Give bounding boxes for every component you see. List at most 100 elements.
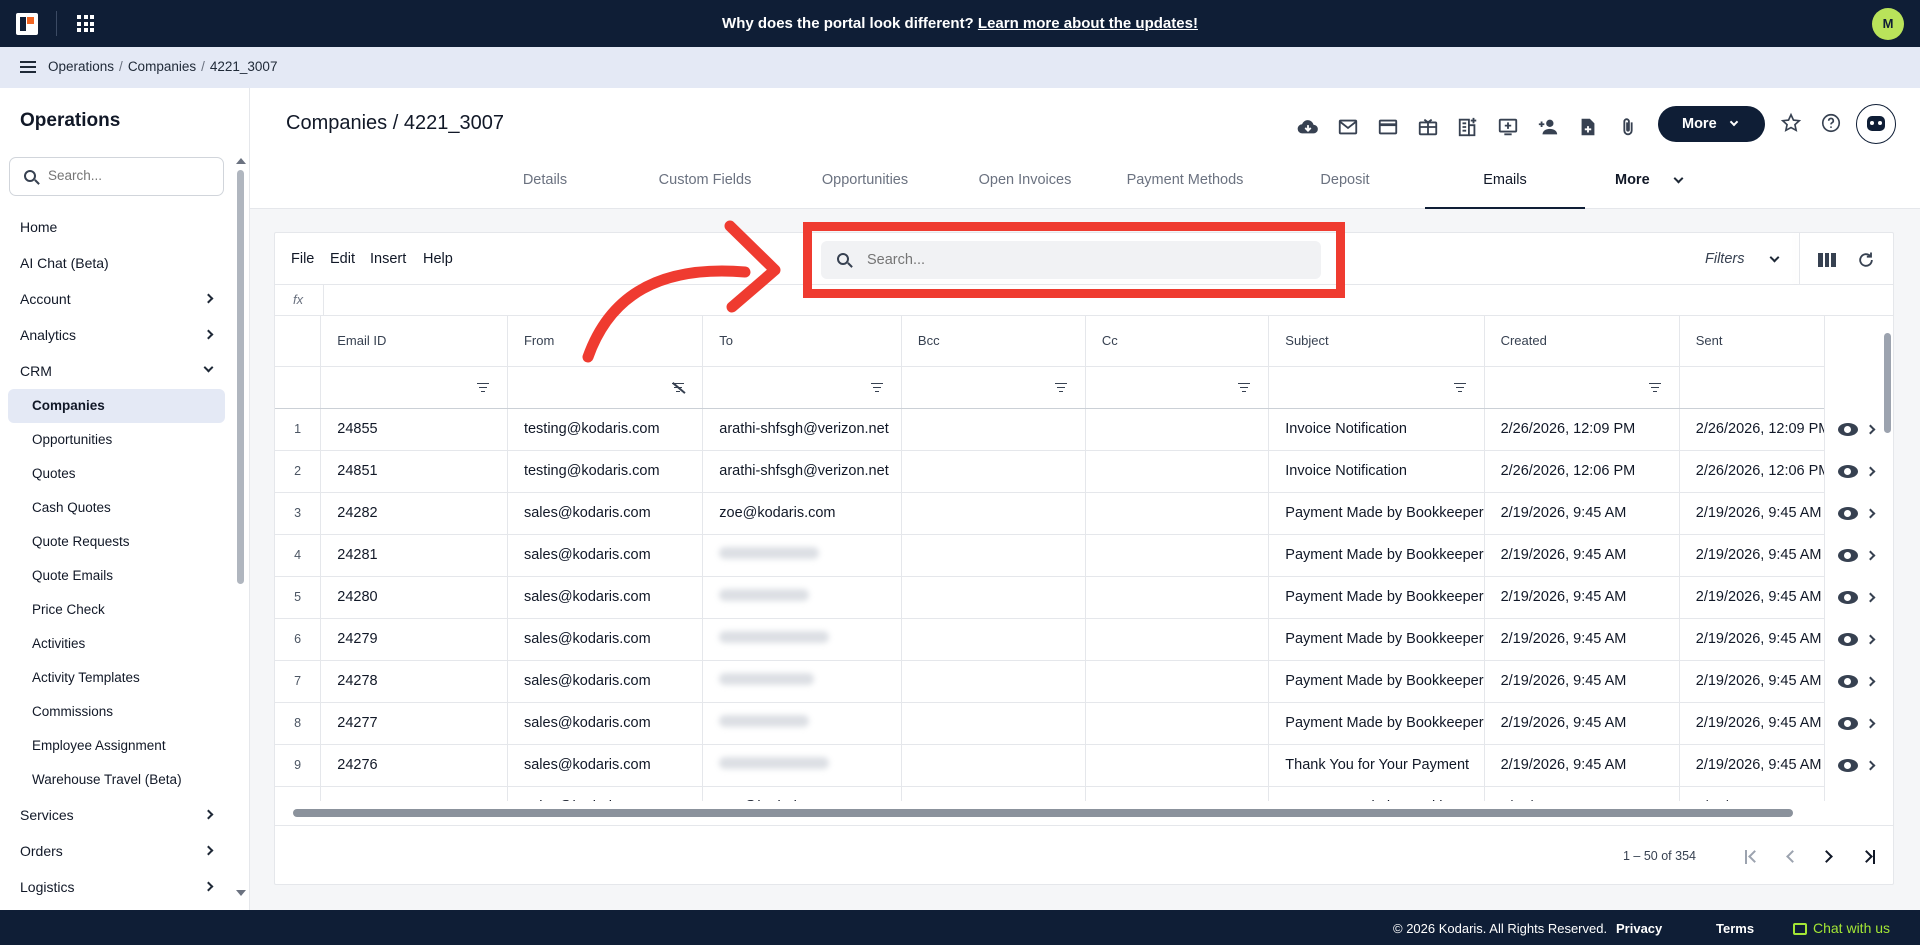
cell-subject[interactable]: Payment Made by Bookkeeper: [1268, 618, 1485, 661]
cell-created[interactable]: 2/26/2026, 12:09 PM: [1484, 408, 1680, 451]
sidebar-item-commissions[interactable]: Commissions: [0, 695, 232, 729]
attachment-icon[interactable]: [1617, 116, 1639, 138]
chat-with-us-button[interactable]: Chat with us: [1793, 920, 1890, 936]
filter-off-icon[interactable]: [672, 382, 685, 393]
cell-from[interactable]: sales@kodaris.com: [507, 744, 704, 787]
view-eye-icon[interactable]: [1838, 507, 1858, 520]
table-row[interactable]: 3 24282 sales@kodaris.com zoe@kodaris.com Pa…: [275, 492, 1875, 535]
chevron-right-icon[interactable]: [1865, 634, 1876, 645]
cell-subject[interactable]: Payment Made by Bookkeeper: [1268, 660, 1485, 703]
cell-cc[interactable]: [1085, 534, 1270, 577]
column-header-email-id[interactable]: Email ID: [320, 316, 508, 367]
cell-to[interactable]: zoe@kodaris.com: [702, 786, 902, 801]
table-row[interactable]: 7 24278 sales@kodaris.com Payment Made by B…: [275, 660, 1875, 703]
cell-subject[interactable]: Invoice Notification: [1268, 408, 1485, 451]
cell-bcc[interactable]: [901, 492, 1086, 535]
cell-bcc[interactable]: [901, 660, 1086, 703]
menu-file[interactable]: File: [291, 251, 314, 267]
cell-bcc[interactable]: [901, 534, 1086, 577]
filter-icon[interactable]: [1238, 382, 1251, 393]
cell-bcc[interactable]: [901, 618, 1086, 661]
help-icon[interactable]: [1820, 112, 1842, 134]
cell-created[interactable]: 2/26/2026, 12:06 PM: [1484, 450, 1680, 493]
sidebar-item-price-check[interactable]: Price Check: [0, 593, 232, 627]
cell-created[interactable]: 2/19/2026, 9:45 AM: [1484, 534, 1680, 577]
sidebar-item-opportunities[interactable]: Opportunities: [0, 423, 232, 457]
cell-subject[interactable]: Payment Made by Bookkeeper: [1268, 786, 1485, 801]
add-to-screen-icon[interactable]: [1497, 116, 1519, 138]
credit-card-icon[interactable]: [1377, 116, 1399, 138]
tab-more[interactable]: More: [1585, 150, 1745, 209]
menu-insert[interactable]: Insert: [370, 251, 406, 267]
cell-cc[interactable]: [1085, 702, 1270, 745]
table-row[interactable]: 8 24277 sales@kodaris.com Payment Made by B…: [275, 702, 1875, 745]
cell-to[interactable]: [702, 702, 902, 745]
chevron-right-icon[interactable]: [1865, 676, 1876, 687]
banner-link[interactable]: Learn more about the updates!: [978, 15, 1198, 32]
cell-subject[interactable]: Payment Made by Bookkeeper: [1268, 702, 1485, 745]
grid-horizontal-scrollbar[interactable]: [279, 808, 1879, 818]
sidebar-item-activity-templates[interactable]: Activity Templates: [0, 661, 232, 695]
cell-bcc[interactable]: [901, 786, 1086, 801]
column-header-cc[interactable]: Cc: [1085, 316, 1270, 367]
column-filter-cell[interactable]: [320, 366, 508, 409]
sidebar-item-companies[interactable]: Companies: [8, 389, 225, 423]
columns-icon[interactable]: [1818, 253, 1837, 267]
view-eye-icon[interactable]: [1838, 423, 1858, 436]
tab-details[interactable]: Details: [465, 150, 625, 209]
cell-to[interactable]: [702, 618, 902, 661]
sidebar-item-home[interactable]: Home: [0, 209, 232, 245]
sidebar-search[interactable]: [9, 157, 224, 196]
column-filter-cell[interactable]: [901, 366, 1086, 409]
sidebar-item-crm[interactable]: CRM: [0, 353, 232, 389]
cell-to[interactable]: [702, 660, 902, 703]
cell-subject[interactable]: Invoice Notification: [1268, 450, 1485, 493]
cell-from[interactable]: sales@kodaris.com: [507, 618, 704, 661]
cell-to[interactable]: arathi-shfsgh@verizon.net: [702, 450, 902, 493]
column-header-subject[interactable]: Subject: [1268, 316, 1485, 367]
cell-to[interactable]: [702, 534, 902, 577]
add-document-icon[interactable]: [1577, 116, 1599, 138]
cell-subject[interactable]: Payment Made by Bookkeeper: [1268, 576, 1485, 619]
footer-privacy-link[interactable]: Privacy: [1616, 921, 1662, 936]
cell-id[interactable]: 24273: [320, 786, 508, 801]
sidebar-item-account[interactable]: Account: [0, 281, 232, 317]
add-person-icon[interactable]: [1537, 116, 1559, 138]
column-header-created[interactable]: Created: [1484, 316, 1680, 367]
view-eye-icon[interactable]: [1838, 549, 1858, 562]
cell-from[interactable]: sales@kodaris.com: [507, 786, 704, 801]
table-row[interactable]: 9 24276 sales@kodaris.com Thank You for You…: [275, 744, 1875, 787]
chevron-right-icon[interactable]: [1865, 550, 1876, 561]
cell-created[interactable]: 2/19/2026, 9:45 AM: [1484, 660, 1680, 703]
cell-created[interactable]: 2/19/2026, 9:45 AM: [1484, 702, 1680, 745]
view-eye-icon[interactable]: [1838, 633, 1858, 646]
formula-bar[interactable]: fx: [275, 285, 1893, 316]
cell-to[interactable]: arathi-shfsgh@verizon.net: [702, 408, 902, 451]
sidebar-item-ai-chat-beta[interactable]: AI Chat (Beta): [0, 245, 232, 281]
cell-from[interactable]: sales@kodaris.com: [507, 702, 704, 745]
sidebar-item-quotes[interactable]: Quotes: [0, 457, 232, 491]
tab-deposit[interactable]: Deposit: [1265, 150, 1425, 209]
table-row[interactable]: 2 24851 testing@kodaris.com arathi-shfsgh@v…: [275, 450, 1875, 493]
favorite-star-icon[interactable]: [1780, 112, 1802, 134]
cell-from[interactable]: sales@kodaris.com: [507, 534, 704, 577]
filters-dropdown[interactable]: Filters: [1705, 251, 1780, 267]
filter-icon[interactable]: [1453, 382, 1466, 393]
cell-id[interactable]: 24851: [320, 450, 508, 493]
next-page-icon[interactable]: [1820, 848, 1839, 866]
sidebar-item-employee-assignment[interactable]: Employee Assignment: [0, 729, 232, 763]
cell-cc[interactable]: [1085, 450, 1270, 493]
cell-to[interactable]: zoe@kodaris.com: [702, 492, 902, 535]
gift-card-icon[interactable]: [1417, 116, 1439, 138]
sidebar-item-quote-emails[interactable]: Quote Emails: [0, 559, 232, 593]
cell-cc[interactable]: [1085, 744, 1270, 787]
cell-cc[interactable]: [1085, 492, 1270, 535]
cell-to[interactable]: [702, 576, 902, 619]
column-filter-cell[interactable]: [1484, 366, 1680, 409]
chevron-right-icon[interactable]: [1865, 466, 1876, 477]
cell-id[interactable]: 24280: [320, 576, 508, 619]
cell-created[interactable]: 2/19/2026, 9:45 AM: [1484, 492, 1680, 535]
cell-bcc[interactable]: [901, 702, 1086, 745]
mail-icon[interactable]: [1337, 116, 1359, 138]
sidebar-search-input[interactable]: [48, 168, 213, 183]
